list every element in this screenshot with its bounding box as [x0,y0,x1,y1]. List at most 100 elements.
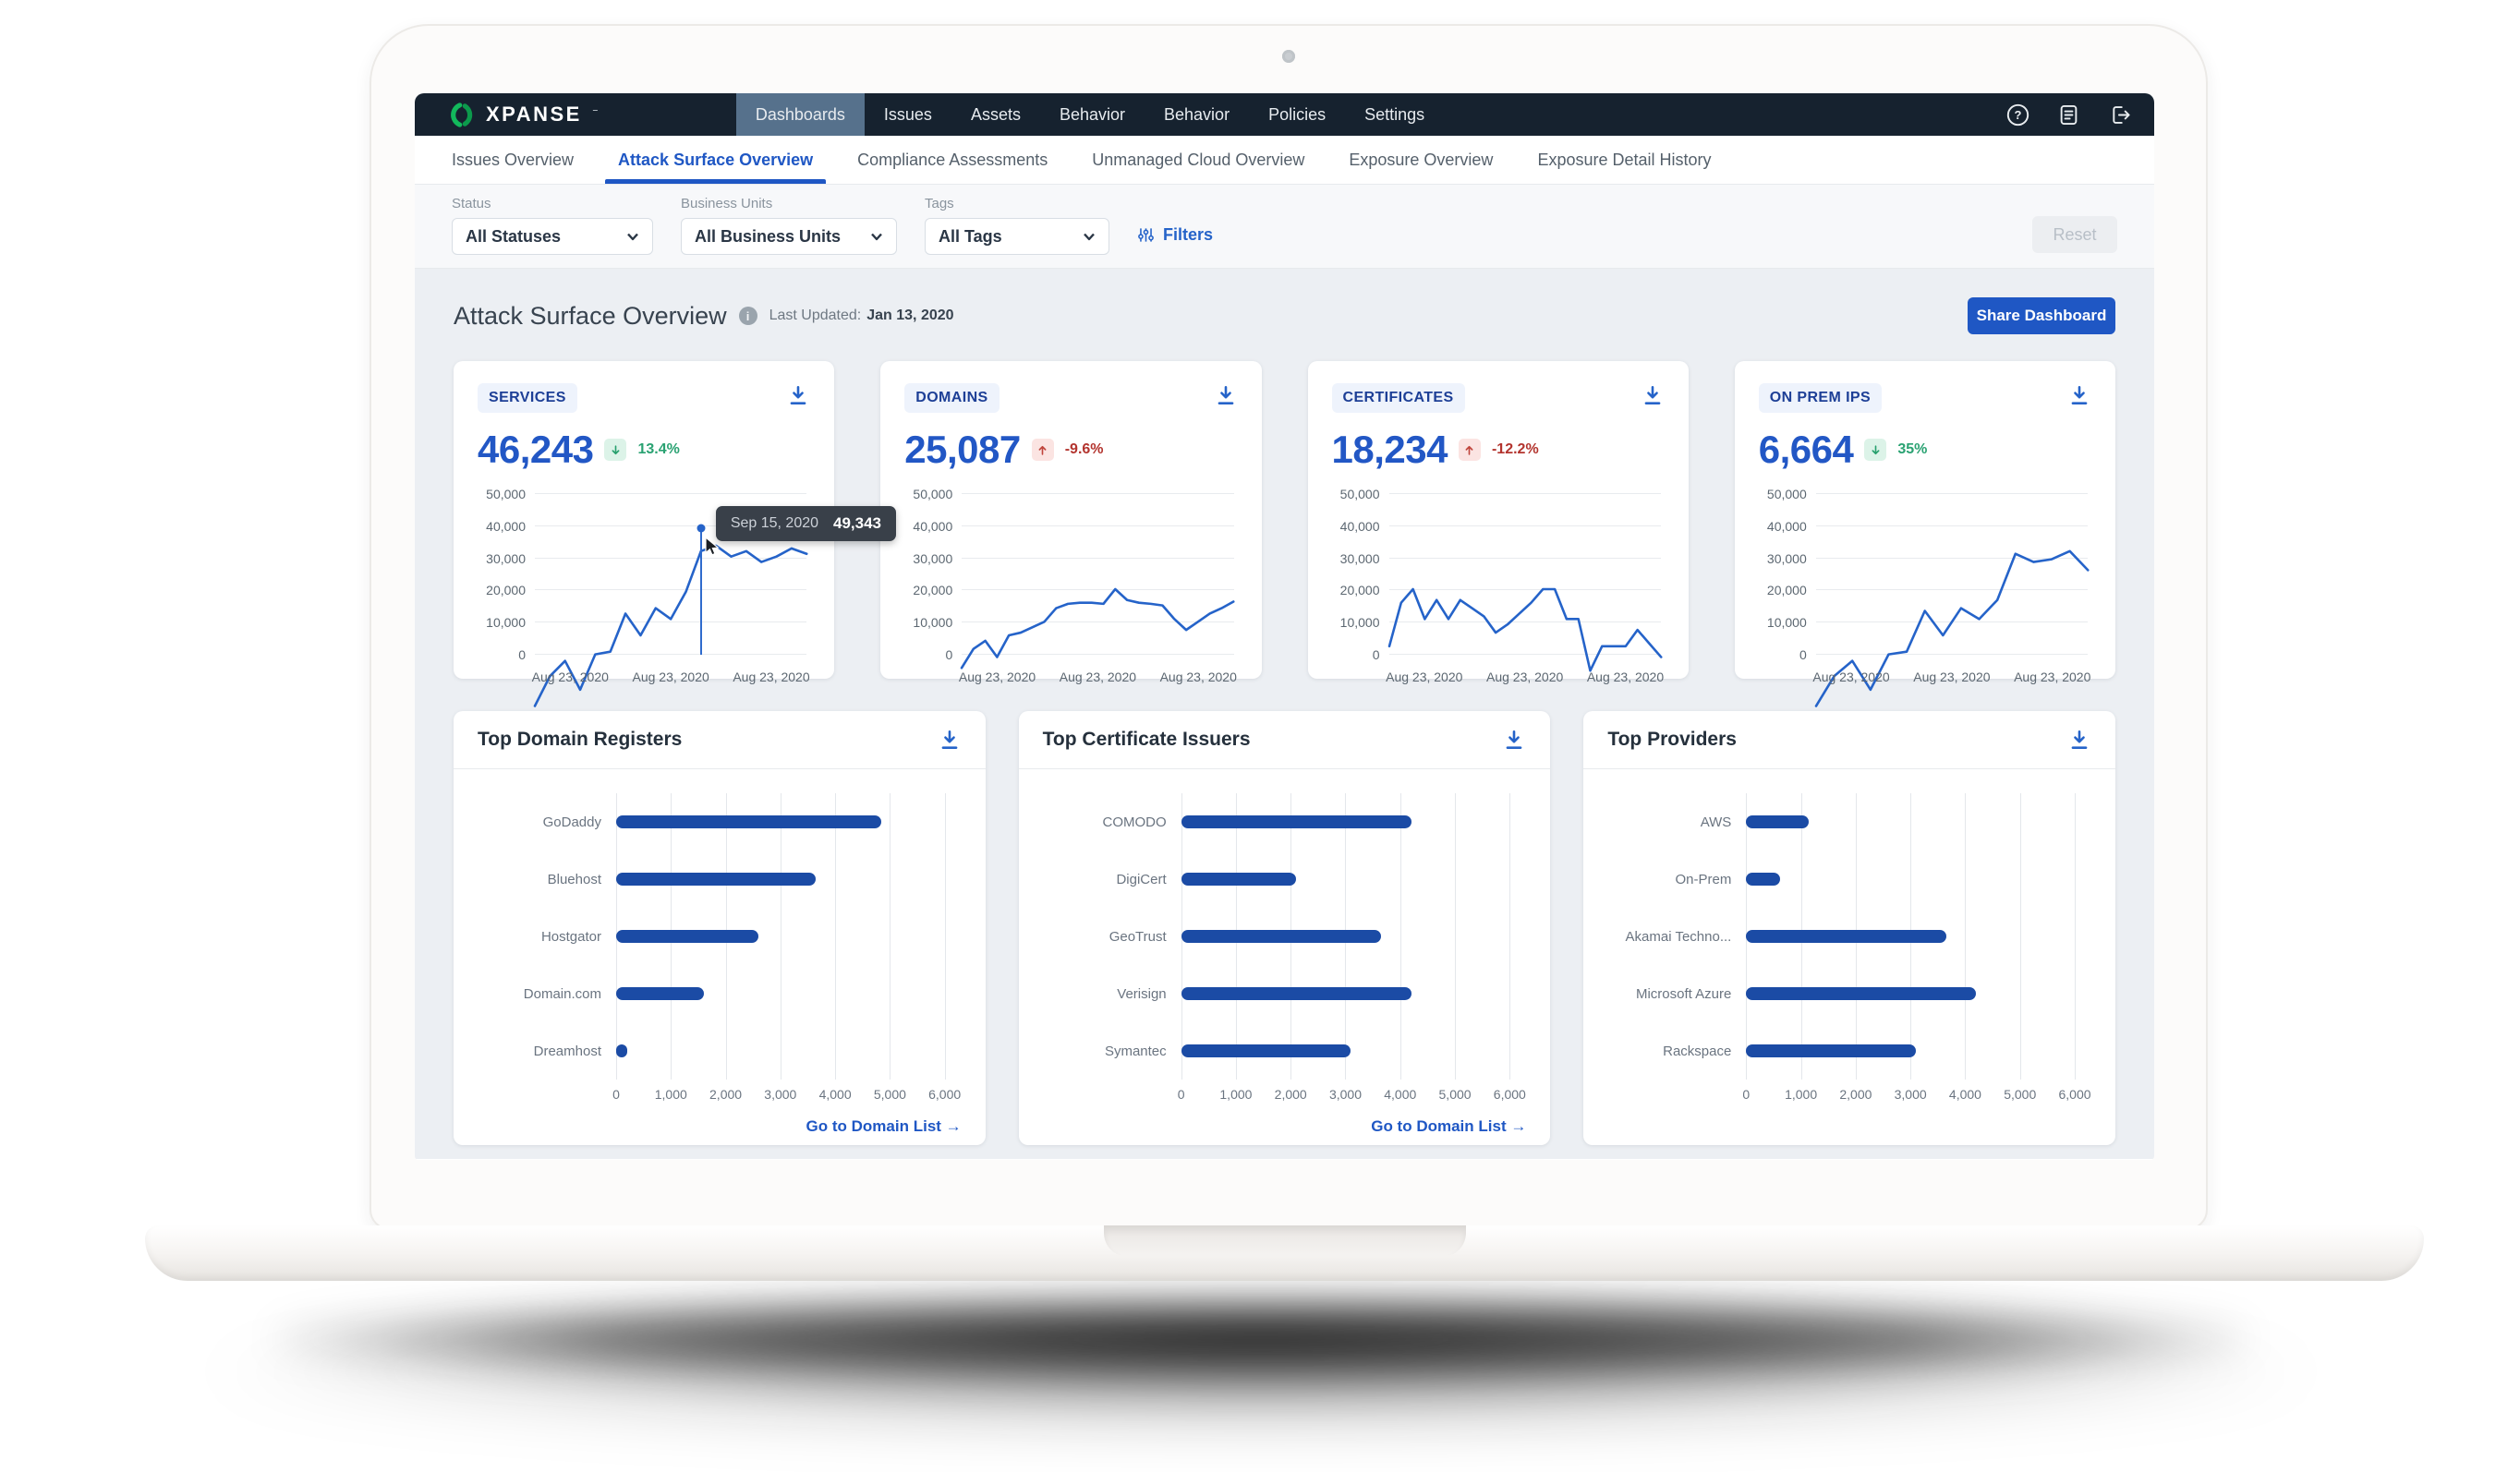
stat-card-title: DOMAINS [904,383,999,413]
x-tick-label: Aug 23, 2020 [1386,670,1462,684]
bar-row-domain-com: Domain.com [478,965,945,1022]
x-tick-label: 6,000 [928,1087,961,1102]
tab-exposure-overview[interactable]: Exposure Overview [1327,136,1515,184]
bar-track [1181,987,1510,1000]
filter-select-tags[interactable]: All Tags [925,218,1109,255]
filter-select-value: All Business Units [695,227,841,247]
bar-plot-top-providers[interactable]: AWSOn-PremAkamai Techno...Microsoft Azur… [1607,793,2075,1107]
x-tick-label: 4,000 [819,1087,852,1102]
bar-row-verisign: Verisign [1043,965,1510,1022]
nav-item-policies[interactable]: Policies [1249,93,1345,136]
laptop-mockup: XPANSE ⎯ DashboardsIssuesAssetsBehaviorB… [0,0,2520,1472]
bar-track [1746,930,2075,943]
brand: XPANSE ⎯ [415,93,598,136]
tab-exposure-detail-history[interactable]: Exposure Detail History [1515,136,1733,184]
delta-arrow-down-icon [1864,439,1886,461]
bar [1746,873,1780,886]
laptop-base [145,1225,2424,1281]
info-icon[interactable]: i [739,307,757,325]
release-notes-icon[interactable] [2056,103,2081,127]
laptop-notch [1104,1225,1466,1257]
bar-category-label: Dreamhost [478,1044,616,1059]
x-tick-label: Aug 23, 2020 [1913,670,1990,684]
y-tick-label: 20,000 [478,583,526,597]
stat-card-on-prem-ips: ON PREM IPS6,66435%010,00020,00030,00040… [1735,361,2115,679]
x-tick-label: 5,000 [2004,1087,2036,1102]
download-icon[interactable] [786,383,810,407]
y-tick-label: 0 [904,647,952,662]
nav-item-behavior-2[interactable]: Behavior [1145,93,1249,136]
bar [616,987,704,1000]
bar-x-axis: 01,0002,0003,0004,0005,0006,000 [1746,1080,2075,1107]
stat-cards-row: SERVICES46,24313.4%Sep 15, 202049,343010… [454,361,2115,679]
y-tick-label: 10,000 [478,615,526,630]
bar-category-label: GoDaddy [478,814,616,830]
nav-item-behavior[interactable]: Behavior [1040,93,1145,136]
filter-select-business-units[interactable]: All Business Units [681,218,897,255]
stat-value: 6,664 [1759,428,1854,472]
bar-row-geotrust: GeoTrust [1043,908,1510,965]
bar [1746,815,1809,828]
stat-card-title: CERTIFICATES [1332,383,1465,413]
nav-item-dashboards[interactable]: Dashboards [736,93,865,136]
stat-card-title: SERVICES [478,383,577,413]
bar [1746,930,1945,943]
download-icon[interactable] [1214,383,1238,407]
nav-item-settings[interactable]: Settings [1345,93,1444,136]
filter-label: Business Units [681,196,897,211]
bar-x-axis: 01,0002,0003,0004,0005,0006,000 [616,1080,945,1107]
tab-unmanaged-cloud-overview[interactable]: Unmanaged Cloud Overview [1070,136,1327,184]
line-chart-domains[interactable]: 010,00020,00030,00040,00050,000Aug 23, 2… [904,494,1237,684]
bar-category-label: On-Prem [1607,872,1746,887]
x-tick-label: 1,000 [655,1087,687,1102]
download-icon[interactable] [1641,383,1665,407]
reset-button[interactable]: Reset [2032,216,2117,253]
bar-category-label: Hostgator [478,929,616,945]
x-tick-label: 0 [612,1087,620,1102]
bar-plot-top-certificate-issuers[interactable]: COMODODigiCertGeoTrustVerisignSymantec01… [1043,793,1510,1107]
line-plot [1389,494,1661,655]
bar-plot-top-domain-registers[interactable]: GoDaddy Bluehost Hostgator Domain.com Dreamh… [478,793,945,1107]
top-navbar: XPANSE ⎯ DashboardsIssuesAssetsBehaviorB… [415,93,2154,136]
line-plot [962,494,1233,655]
bar-track [1181,1044,1510,1057]
download-icon[interactable] [938,728,962,752]
x-tick-label: 2,000 [1275,1087,1307,1102]
bar-track [1746,1044,2075,1057]
filter-select-status[interactable]: All Statuses [452,218,653,255]
bar-track [1181,815,1510,828]
x-tick-label: 4,000 [1384,1087,1416,1102]
nav-item-assets[interactable]: Assets [951,93,1040,136]
filter-label: Tags [925,196,1109,211]
laptop-lid: XPANSE ⎯ DashboardsIssuesAssetsBehaviorB… [370,24,2208,1230]
bar-row-bluehost: Bluehost [478,851,945,908]
logout-icon[interactable] [2107,103,2132,127]
bar-track [1181,873,1510,886]
help-icon[interactable]: ? [2005,103,2030,127]
x-tick-label: 4,000 [1949,1087,1981,1102]
y-tick-label: 10,000 [904,615,952,630]
bar-row-symantec: Symantec [1043,1022,1510,1080]
x-tick-label: Aug 23, 2020 [959,670,1036,684]
line-chart-services[interactable]: Sep 15, 202049,343010,00020,00030,00040,… [478,494,810,684]
stat-number-row: 46,24313.4% [478,428,810,472]
tab-compliance-assessments[interactable]: Compliance Assessments [835,136,1070,184]
line-chart-on-prem-ips[interactable]: 010,00020,00030,00040,00050,000Aug 23, 2… [1759,494,2091,684]
go-to-domain-list-link[interactable]: Go to Domain List → [806,1117,962,1136]
share-dashboard-button[interactable]: Share Dashboard [1968,297,2115,334]
bar-track [1746,815,2075,828]
bar-row-akamai-techno: Akamai Techno... [1607,908,2075,965]
x-tick-label: Aug 23, 2020 [1060,670,1136,684]
go-to-domain-list-link[interactable]: Go to Domain List → [1371,1117,1526,1136]
filter-label: Status [452,196,653,211]
line-chart-certificates[interactable]: 010,00020,00030,00040,00050,000Aug 23, 2… [1332,494,1665,684]
filters-button[interactable]: Filters [1137,225,1213,245]
tab-issues-overview[interactable]: Issues Overview [430,136,596,184]
bar-track [616,987,945,1000]
chevron-down-icon [626,232,639,241]
y-tick-label: 40,000 [1332,519,1380,534]
download-icon[interactable] [2067,383,2091,407]
nav-item-issues[interactable]: Issues [865,93,951,136]
svg-text:?: ? [2015,108,2022,122]
tab-attack-surface-overview[interactable]: Attack Surface Overview [596,136,835,184]
